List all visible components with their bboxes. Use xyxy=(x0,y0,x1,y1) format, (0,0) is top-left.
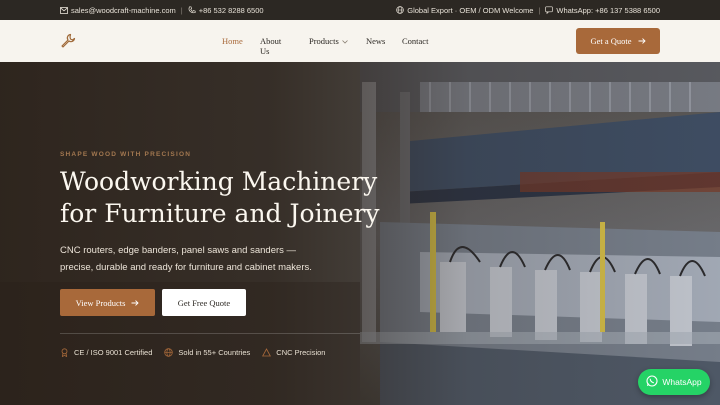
whatsapp-floating-button[interactable]: WhatsApp xyxy=(638,369,710,395)
headline-line-2: for Furniture and Joinery xyxy=(60,199,380,228)
hero-headline: Woodworking Machinery for Furniture and … xyxy=(60,166,380,230)
badge-certified-label: CE / ISO 9001 Certified xyxy=(74,348,153,357)
phone-link[interactable]: +86 532 8288 6500 xyxy=(188,6,264,15)
globe-icon xyxy=(164,348,174,357)
badge-cnc-label: CNC Precision xyxy=(276,348,326,357)
arrow-right-icon xyxy=(638,36,646,46)
export-info: Global Export · OEM / ODM Welcome xyxy=(396,6,533,15)
trust-badges: CE / ISO 9001 Certified Sold in 55+ Coun… xyxy=(60,348,325,357)
separator: | xyxy=(538,5,541,15)
whatsapp-icon xyxy=(646,375,658,389)
hero-section: SHAPE WOOD WITH PRECISION Woodworking Ma… xyxy=(0,62,720,405)
hero-description: CNC routers, edge banders, panel saws an… xyxy=(60,242,360,276)
nav-news[interactable]: News xyxy=(366,36,385,46)
whatsapp-text: WhatsApp: +86 137 5388 6500 xyxy=(556,5,660,15)
email-text: sales@woodcraft-machine.com xyxy=(71,5,176,15)
description-line-2: precise, durable and ready for furniture… xyxy=(60,262,312,273)
chevron-down-icon xyxy=(341,36,348,46)
get-a-quote-button[interactable]: Get a Quote xyxy=(576,28,660,54)
phone-text: +86 532 8288 6500 xyxy=(198,5,264,15)
top-bar: sales@woodcraft-machine.com | +86 532 82… xyxy=(0,0,720,20)
nav-home[interactable]: Home xyxy=(222,36,243,46)
badge-countries-label: Sold in 55+ Countries xyxy=(178,348,251,357)
view-products-button[interactable]: View Products xyxy=(60,289,155,316)
globe-icon xyxy=(396,6,405,14)
logo-wrench-icon[interactable] xyxy=(60,33,76,49)
badge-cnc: CNC Precision xyxy=(262,348,325,357)
divider xyxy=(60,333,360,334)
nav-products-label: Products xyxy=(309,36,339,46)
phone-icon xyxy=(188,6,196,14)
nav-contact[interactable]: Contact xyxy=(402,36,428,46)
whatsapp-label: WhatsApp xyxy=(662,377,702,387)
triangle-ruler-icon xyxy=(262,348,272,357)
arrow-right-icon xyxy=(131,298,140,308)
email-link[interactable]: sales@woodcraft-machine.com xyxy=(60,6,176,15)
chat-icon xyxy=(545,6,554,14)
get-free-quote-label: Get Free Quote xyxy=(177,297,231,308)
nav-products[interactable]: Products xyxy=(309,36,348,46)
export-text: Global Export · OEM / ODM Welcome xyxy=(407,5,534,15)
mail-icon xyxy=(60,6,68,14)
award-icon xyxy=(60,348,69,357)
badge-certified: CE / ISO 9001 Certified xyxy=(60,348,152,357)
nav-about-us[interactable]: About Us xyxy=(260,36,281,56)
hero-eyebrow: SHAPE WOOD WITH PRECISION xyxy=(60,151,192,158)
headline-line-1: Woodworking Machinery xyxy=(60,167,378,196)
badge-countries: Sold in 55+ Countries xyxy=(164,348,250,357)
whatsapp-link[interactable]: WhatsApp: +86 137 5388 6500 xyxy=(545,6,660,15)
get-a-quote-label: Get a Quote xyxy=(590,36,632,46)
separator: | xyxy=(180,5,183,15)
view-products-label: View Products xyxy=(75,297,126,308)
description-line-1: CNC routers, edge banders, panel saws an… xyxy=(60,245,297,256)
get-free-quote-button[interactable]: Get Free Quote xyxy=(162,289,246,316)
